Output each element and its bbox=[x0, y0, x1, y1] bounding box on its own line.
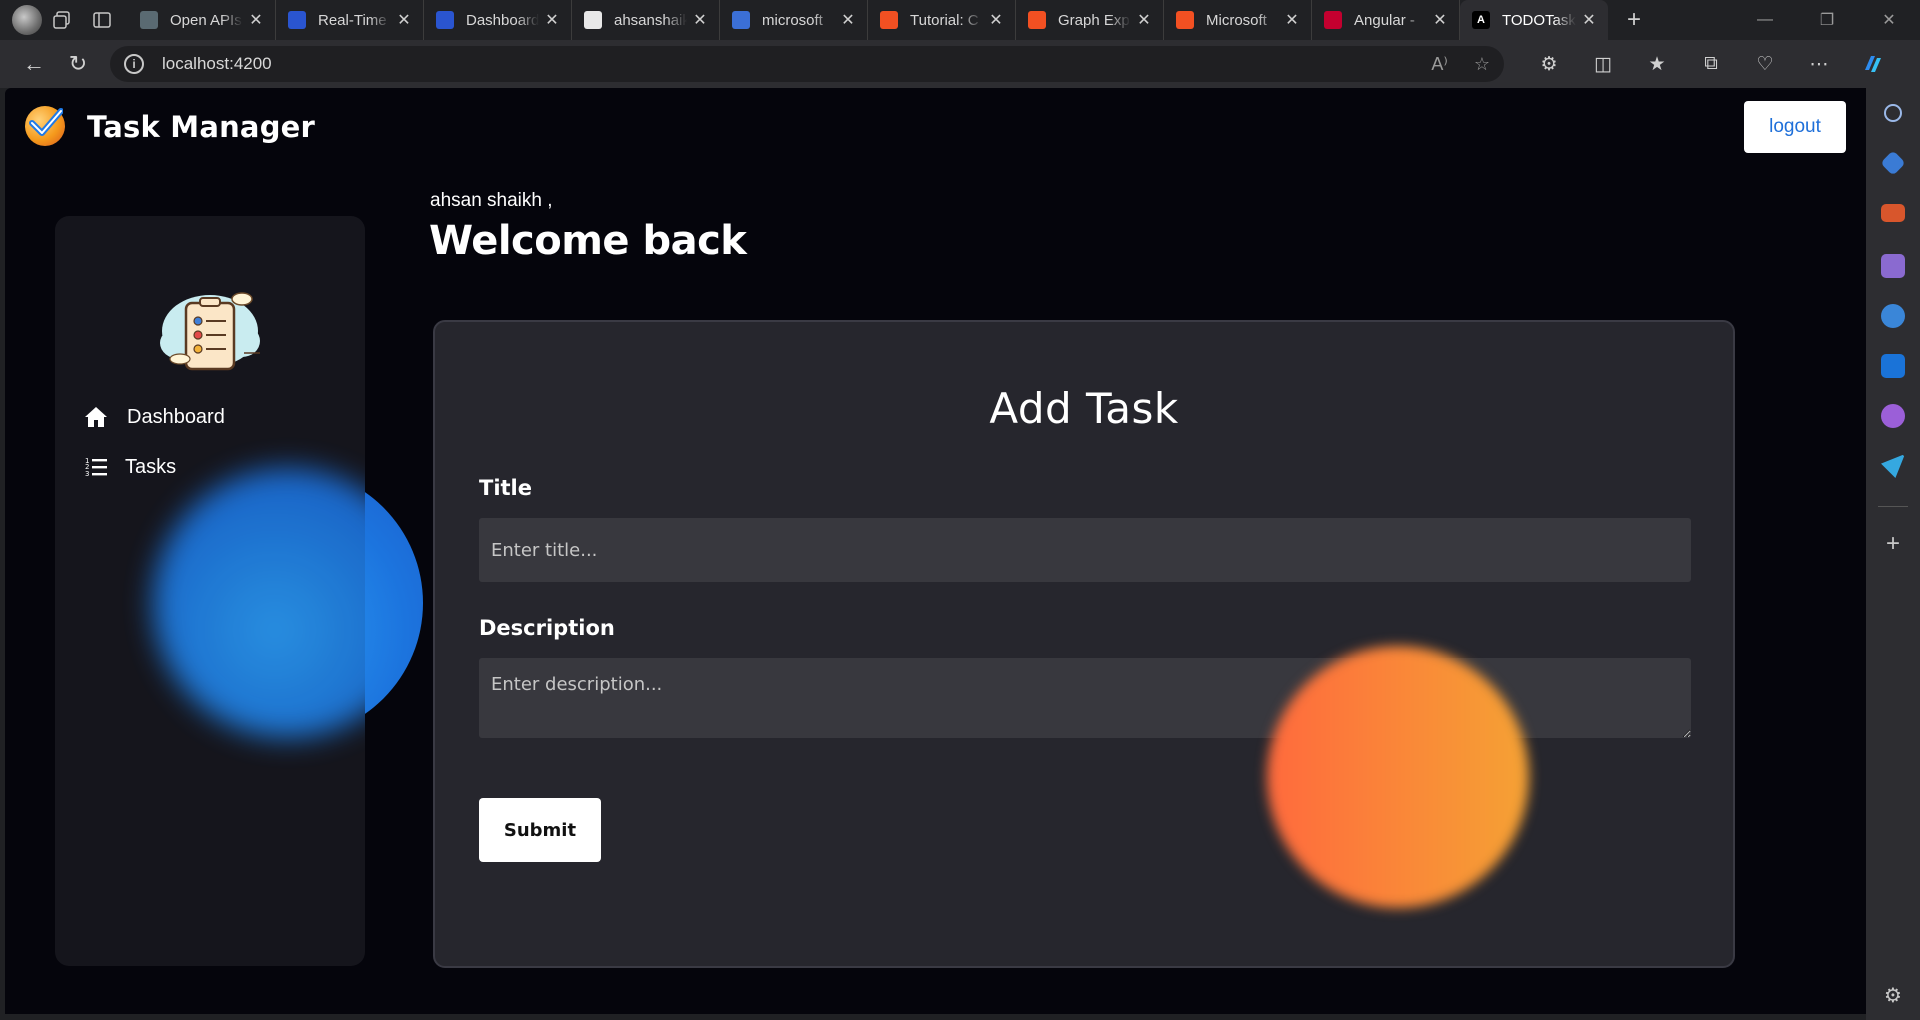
welcome-heading: Welcome back bbox=[429, 218, 747, 264]
games-icon[interactable] bbox=[1881, 254, 1905, 278]
browser-tab[interactable]: Dashboard ✕ bbox=[424, 0, 572, 40]
list-icon: 123 bbox=[83, 454, 109, 480]
close-tab-icon[interactable]: ✕ bbox=[1580, 10, 1598, 30]
svg-text:3: 3 bbox=[85, 470, 89, 477]
add-icon[interactable]: + bbox=[1881, 532, 1905, 556]
search-icon[interactable] bbox=[1884, 104, 1902, 122]
split-screen-icon[interactable]: ◫ bbox=[1576, 44, 1630, 84]
new-tab-button[interactable]: + bbox=[1614, 0, 1654, 40]
browser-tab[interactable]: microsoft ✕ bbox=[720, 0, 868, 40]
minimize-button[interactable]: — bbox=[1734, 0, 1796, 40]
sidebar-item-label: Tasks bbox=[125, 455, 177, 478]
close-tab-icon[interactable]: ✕ bbox=[1283, 10, 1301, 30]
app-title: Task Manager bbox=[87, 110, 316, 144]
workspaces-icon[interactable] bbox=[42, 0, 82, 40]
copilot-icon[interactable] bbox=[1846, 44, 1900, 84]
close-tab-icon[interactable]: ✕ bbox=[247, 10, 265, 30]
browser-tab[interactable]: A TODOTask ✕ bbox=[1460, 0, 1608, 40]
shopping-icon[interactable] bbox=[1880, 150, 1906, 176]
back-icon[interactable]: ← bbox=[14, 44, 54, 84]
user-name: ahsan shaikh , bbox=[430, 190, 553, 211]
tab-title: microsoft bbox=[762, 11, 823, 29]
tab-actions-icon[interactable] bbox=[82, 0, 122, 40]
read-aloud-icon[interactable]: A⁾ bbox=[1431, 54, 1447, 75]
tab-title: TODOTask bbox=[1502, 11, 1576, 29]
collections-icon[interactable]: ⧉ bbox=[1684, 44, 1738, 84]
browser-tab-bar: Open APIs ✕ Real-Time ✕ Dashboard ✕ ahsanshaik… bbox=[0, 0, 1920, 40]
address-toolbar: ← ↻ i localhost:4200 A⁾ ☆ ⚙ ◫ ★ ⧉ ♡ ⋯ bbox=[0, 40, 1920, 88]
tab-title: Microsoft bbox=[1206, 11, 1267, 29]
tab-title: Angular - bbox=[1354, 11, 1415, 29]
tab-favicon-icon bbox=[584, 11, 602, 29]
tab-title: Real-Time bbox=[318, 11, 387, 29]
more-menu-icon[interactable]: ⋯ bbox=[1792, 44, 1846, 84]
app-logo-icon bbox=[25, 106, 65, 146]
tab-title: Tutorial: C bbox=[910, 11, 979, 29]
browser-tab[interactable]: Real-Time ✕ bbox=[276, 0, 424, 40]
site-info-icon[interactable]: i bbox=[124, 54, 144, 74]
title-input[interactable] bbox=[479, 518, 1691, 582]
favorite-star-icon[interactable]: ☆ bbox=[1474, 54, 1490, 75]
tab-title: ahsanshaikh bbox=[614, 11, 687, 29]
close-tab-icon[interactable]: ✕ bbox=[543, 10, 561, 30]
favorites-icon[interactable]: ★ bbox=[1630, 44, 1684, 84]
logout-button[interactable]: logout bbox=[1744, 101, 1846, 153]
sidebar-item-label: Dashboard bbox=[127, 405, 225, 428]
browser-tab[interactable]: Open APIs ✕ bbox=[128, 0, 276, 40]
edge-sidebar: + ⚙ bbox=[1866, 88, 1920, 1020]
sidebar-item-dashboard[interactable]: Dashboard bbox=[83, 404, 225, 430]
tab-favicon-icon bbox=[1176, 11, 1194, 29]
close-window-button[interactable]: ✕ bbox=[1858, 0, 1920, 40]
add-task-card: Add Task Title Description Submit bbox=[433, 320, 1735, 968]
sidebar-item-tasks[interactable]: 123 Tasks bbox=[83, 454, 176, 480]
tab-title: Graph Exp bbox=[1058, 11, 1130, 29]
performance-icon[interactable]: ♡ bbox=[1738, 44, 1792, 84]
description-label: Description bbox=[479, 616, 615, 640]
address-bar[interactable]: i localhost:4200 A⁾ ☆ bbox=[110, 46, 1504, 82]
tab-favicon-icon bbox=[1324, 11, 1342, 29]
add-task-heading: Add Task bbox=[989, 384, 1179, 433]
tab-favicon-icon bbox=[436, 11, 454, 29]
browser-tab[interactable]: Microsoft ✕ bbox=[1164, 0, 1312, 40]
tab-favicon-icon bbox=[288, 11, 306, 29]
submit-button[interactable]: Submit bbox=[479, 798, 601, 862]
close-tab-icon[interactable]: ✕ bbox=[839, 10, 857, 30]
tab-favicon-icon bbox=[140, 11, 158, 29]
app-header: Task Manager logout bbox=[5, 88, 1866, 168]
tab-title: Dashboard bbox=[466, 11, 539, 29]
close-tab-icon[interactable]: ✕ bbox=[395, 10, 413, 30]
browser-tab[interactable]: Angular - ✕ bbox=[1312, 0, 1460, 40]
close-tab-icon[interactable]: ✕ bbox=[1135, 10, 1153, 30]
decorative-blue-blob-outer bbox=[365, 468, 423, 738]
browser-tab[interactable]: Graph Exp ✕ bbox=[1016, 0, 1164, 40]
tab-favicon-icon bbox=[1028, 11, 1046, 29]
profile-avatar[interactable] bbox=[12, 5, 42, 35]
browser-tab[interactable]: Tutorial: C ✕ bbox=[868, 0, 1016, 40]
app-sidebar: Dashboard 123 Tasks bbox=[55, 216, 365, 966]
close-tab-icon[interactable]: ✕ bbox=[1431, 10, 1449, 30]
tab-title: Open APIs bbox=[170, 11, 242, 29]
browser-tab[interactable]: ahsanshaikh✕ bbox=[572, 0, 720, 40]
restore-button[interactable]: ❐ bbox=[1796, 0, 1858, 40]
decorative-blue-blob bbox=[153, 468, 365, 738]
task-clipboard-illustration bbox=[160, 292, 260, 371]
tab-favicon-icon bbox=[880, 11, 898, 29]
tab-favicon-icon: A bbox=[1472, 11, 1490, 29]
title-label: Title bbox=[479, 476, 533, 500]
tools-icon[interactable] bbox=[1881, 204, 1905, 222]
extensions-icon[interactable]: ⚙ bbox=[1522, 44, 1576, 84]
outlook-icon[interactable] bbox=[1881, 354, 1905, 378]
home-icon bbox=[83, 404, 109, 430]
refresh-icon[interactable]: ↻ bbox=[58, 44, 98, 84]
decorative-orange-blob bbox=[1267, 646, 1529, 908]
close-tab-icon[interactable]: ✕ bbox=[691, 10, 709, 30]
close-tab-icon[interactable]: ✕ bbox=[987, 10, 1005, 30]
tab-favicon-icon bbox=[732, 11, 750, 29]
send-icon[interactable] bbox=[1881, 454, 1905, 478]
page-viewport: Task Manager logout Dashboard 1 2 3 Task… bbox=[5, 88, 1866, 1014]
microsoft-365-icon[interactable] bbox=[1881, 304, 1905, 328]
settings-icon[interactable]: ⚙ bbox=[1881, 984, 1905, 1008]
url-text[interactable]: localhost:4200 bbox=[162, 54, 1405, 74]
designer-icon[interactable] bbox=[1881, 404, 1905, 428]
